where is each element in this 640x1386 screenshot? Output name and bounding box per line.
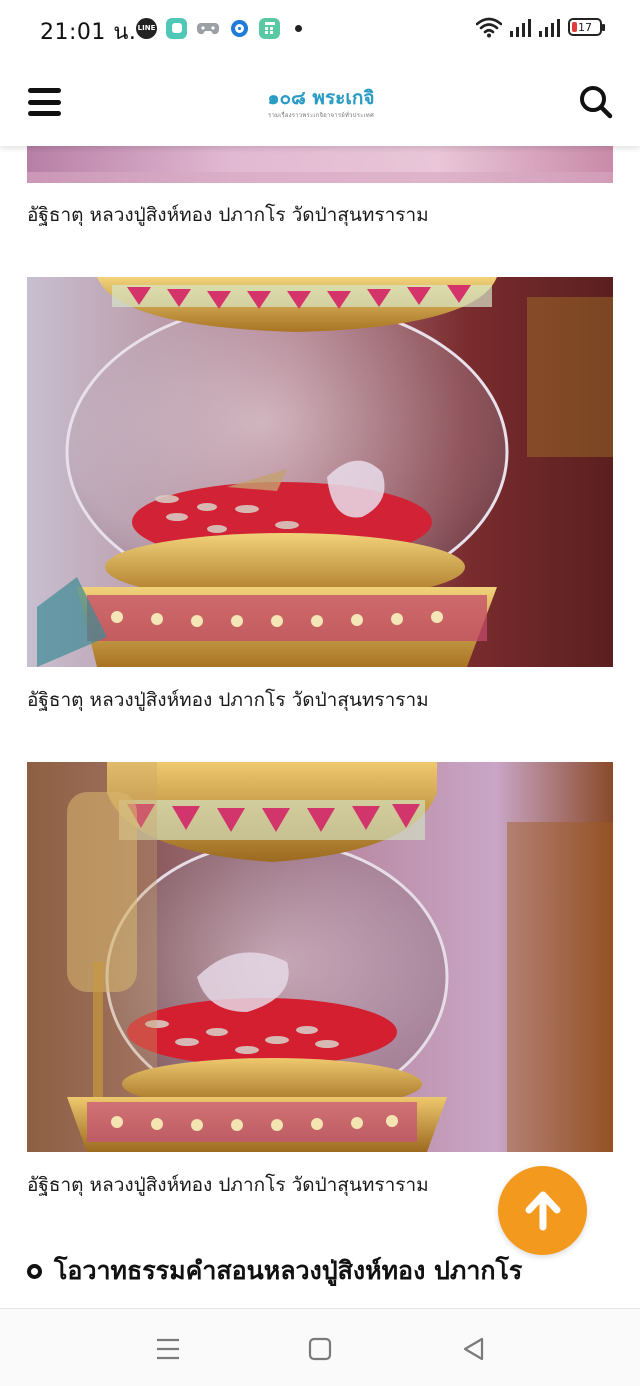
article-content: อัฐิธาตุ หลวงปู่สิงห์ทอง ปภากโร วัดป่าสุ… [0, 146, 640, 1308]
section-title: โอวาทธรรมคำสอนหลวงปู่สิงห์ทอง ปภากโร [54, 1256, 523, 1285]
more-dot-icon [295, 24, 302, 32]
image-caption: อัฐิธาตุ หลวงปู่สิงห์ทอง ปภากโร วัดป่าสุ… [27, 689, 429, 711]
notification-icons: LINE [136, 17, 302, 39]
signal-icon-2 [539, 17, 560, 37]
site-logo[interactable]: ๑๐๘ พระเกจิ รวมเรื่องราวพระเกจิอาจารย์ทั… [236, 86, 406, 120]
image-caption: อัฐิธาตุ หลวงปู่สิงห์ทอง ปภากโร วัดป่าสุ… [27, 204, 429, 226]
signal-icon-1 [510, 17, 531, 37]
logo-subtitle: รวมเรื่องราวพระเกจิอาจารย์ทั่วประเทศ [268, 112, 374, 119]
wifi-icon [476, 17, 502, 38]
search-icon[interactable] [578, 84, 614, 120]
logo-title: ๑๐๘ พระเกจิ [267, 87, 375, 109]
home-icon[interactable] [306, 1335, 334, 1363]
battery-icon: 17 [568, 18, 605, 36]
gallery-image[interactable] [27, 146, 613, 183]
gallery-image[interactable] [27, 762, 613, 1152]
line-app-icon: LINE [136, 17, 157, 39]
section-heading: โอวาทธรรมคำสอนหลวงปู่สิงห์ทอง ปภากโร [27, 1254, 522, 1288]
arrow-up-icon [525, 1191, 560, 1230]
gallery-image[interactable] [27, 277, 613, 667]
system-status-icons: 17 [476, 16, 605, 38]
site-header: ๑๐๘ พระเกจิ รวมเรื่องราวพระเกจิอาจารย์ทั… [0, 58, 640, 146]
system-navigation-bar [0, 1308, 640, 1386]
game-controller-icon [196, 18, 220, 39]
recent-apps-icon[interactable] [154, 1335, 182, 1363]
bullet-ring-icon [27, 1263, 42, 1279]
blue-circle-app-icon [229, 18, 250, 39]
battery-level: 17 [578, 20, 592, 34]
status-time: 21:01 น. [40, 20, 137, 45]
scroll-to-top-button[interactable] [498, 1166, 587, 1255]
back-icon[interactable] [460, 1335, 488, 1363]
status-bar: 21:01 น. LINE 17 [0, 0, 640, 58]
teal-app-icon [166, 17, 187, 39]
green-calculator-icon [259, 17, 280, 39]
hamburger-menu-icon[interactable] [28, 88, 61, 116]
